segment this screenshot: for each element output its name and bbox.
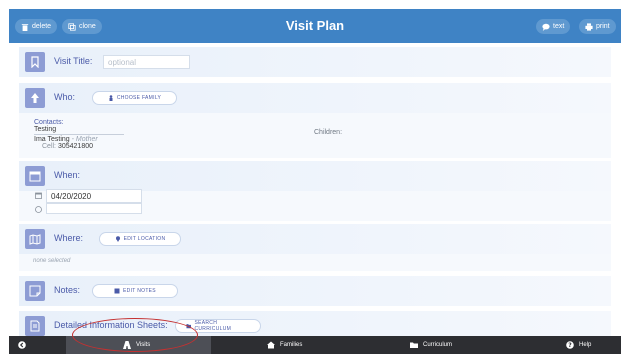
section-notes: Notes: EDIT NOTES <box>19 276 611 306</box>
choose-family-label: CHOOSE FAMILY <box>116 95 162 101</box>
contact-name: Ima Testing <box>34 136 70 143</box>
visit-title-label: Visit Title: <box>54 56 93 66</box>
printer-icon <box>585 22 593 31</box>
children-label: Children: <box>314 129 343 136</box>
text-button[interactable]: text <box>536 19 571 34</box>
tab-help-label: Help <box>579 342 592 348</box>
clock-icon <box>35 206 42 213</box>
edit-notes-button[interactable]: EDIT NOTES <box>92 284 178 298</box>
cell-row: Cell: 305421800 <box>34 143 124 150</box>
document-icon <box>25 316 45 336</box>
search-curriculum-label: SEARCH CURRICULUM <box>194 320 232 332</box>
text-label: text <box>553 23 565 30</box>
who-label: Who: <box>54 92 76 102</box>
contacts-label: Contacts: <box>34 119 64 126</box>
date-input[interactable]: 04/20/2020 <box>46 189 142 203</box>
contact-row: Ima Testing - Mother <box>34 136 98 143</box>
location-status: none selected <box>33 258 71 264</box>
print-button[interactable]: print <box>579 19 616 34</box>
screen: delete clone Visit Plan text print Visit… <box>0 0 625 354</box>
arrow-up-icon <box>25 88 45 108</box>
visit-title-input[interactable]: optional <box>103 55 190 69</box>
notes-label: Notes: <box>54 285 81 295</box>
back-icon[interactable] <box>18 341 26 349</box>
person-icon <box>109 95 113 101</box>
tab-curriculum[interactable]: Curriculum <box>410 336 452 354</box>
contact-role: Mother <box>75 136 98 143</box>
svg-text:?: ? <box>568 342 572 349</box>
cell-label: Cell: <box>42 143 57 150</box>
family-name: Testing <box>34 126 124 135</box>
section-when: When: 04/20/2020 <box>19 161 611 221</box>
header-bar: delete clone Visit Plan text print <box>9 9 621 43</box>
when-label: When: <box>54 170 81 180</box>
calendar-icon <box>25 166 45 186</box>
calendar-small-icon <box>35 192 42 199</box>
section-header <box>19 161 611 191</box>
tab-help[interactable]: ? Help <box>566 336 591 354</box>
note-edit-icon <box>114 288 120 294</box>
map-icon <box>25 229 45 249</box>
choose-family-button[interactable]: CHOOSE FAMILY <box>92 91 177 105</box>
home-icon <box>267 341 275 349</box>
tab-curriculum-label: Curriculum <box>423 342 453 348</box>
contacts-block: Contacts: Testing Ima Testing - Mother C… <box>34 119 124 150</box>
section-visit-title: Visit Title: optional <box>19 47 611 77</box>
section-who: Who: CHOOSE FAMILY Contacts: Testing Ima… <box>19 83 611 158</box>
time-input[interactable] <box>46 203 142 214</box>
edit-notes-label: EDIT NOTES <box>123 288 156 294</box>
print-label: print <box>596 23 610 30</box>
note-icon <box>25 281 45 301</box>
tab-families-label: Families <box>280 342 303 348</box>
section-where: Where: EDIT LOCATION none selected <box>19 224 611 271</box>
cell-value: 305421800 <box>57 143 94 150</box>
tab-families[interactable]: Families <box>267 336 302 354</box>
edit-location-button[interactable]: EDIT LOCATION <box>99 232 181 246</box>
bookmark-icon <box>25 52 45 72</box>
edit-location-label: EDIT LOCATION <box>123 236 166 242</box>
map-pin-icon <box>115 236 120 242</box>
question-icon: ? <box>566 341 574 349</box>
where-label: Where: <box>54 233 84 243</box>
app-window: delete clone Visit Plan text print Visit… <box>9 9 621 336</box>
annotation-circle <box>72 318 198 352</box>
folder-icon <box>410 342 418 348</box>
page-title: Visit Plan <box>285 18 345 33</box>
chat-icon <box>542 23 550 31</box>
